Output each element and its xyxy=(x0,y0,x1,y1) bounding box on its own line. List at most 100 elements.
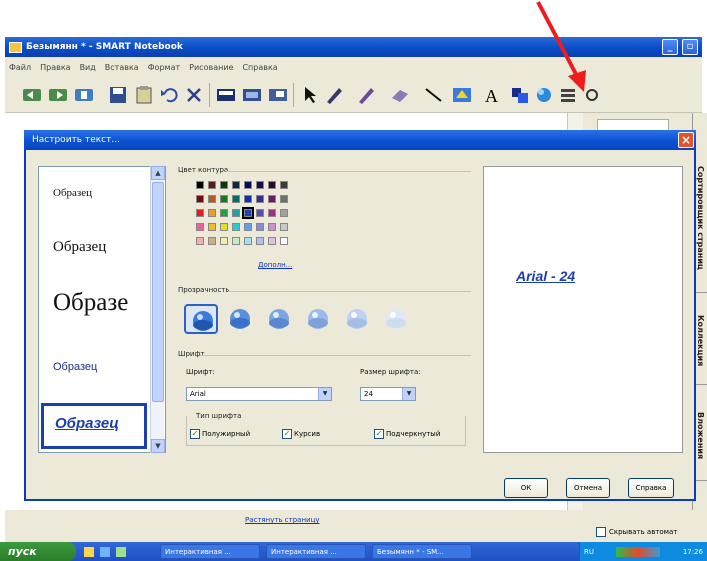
quick-launch-icon[interactable] xyxy=(100,546,110,557)
bold-checkbox[interactable]: ✓ Полужирный xyxy=(190,429,250,439)
color-swatch[interactable] xyxy=(280,181,288,189)
fill-icon[interactable] xyxy=(451,85,473,105)
menu-help[interactable]: Справка xyxy=(242,63,277,72)
color-swatch[interactable] xyxy=(232,223,240,231)
menu-edit[interactable]: Правка xyxy=(40,63,70,72)
samples-scrollbar[interactable]: ▲ ▼ xyxy=(150,166,165,453)
sample-3[interactable]: Образе xyxy=(53,289,128,317)
color-swatch[interactable] xyxy=(232,237,240,245)
back-icon[interactable] xyxy=(21,85,43,105)
color-swatch[interactable] xyxy=(244,195,252,203)
color-swatch[interactable] xyxy=(232,195,240,203)
color-swatch[interactable] xyxy=(232,181,240,189)
menu-draw[interactable]: Рисование xyxy=(189,63,233,72)
color-swatch[interactable] xyxy=(244,181,252,189)
transparency-option-1[interactable] xyxy=(184,304,218,334)
creative-pen-icon[interactable] xyxy=(355,85,377,105)
sample-5[interactable]: Образец xyxy=(55,415,119,432)
chevron-down-icon[interactable]: ▼ xyxy=(318,388,331,400)
text-tool-icon[interactable]: A xyxy=(481,85,503,105)
color-swatch[interactable] xyxy=(208,223,216,231)
color-swatch[interactable] xyxy=(256,223,264,231)
color-swatch[interactable] xyxy=(208,209,216,217)
check-icon[interactable]: ✓ xyxy=(190,429,200,439)
color-swatch[interactable] xyxy=(196,237,204,245)
font-size-select[interactable]: 24 ▼ xyxy=(360,387,416,401)
line-icon[interactable] xyxy=(423,85,445,105)
quick-launch-icon[interactable] xyxy=(116,546,126,557)
scroll-up-button[interactable]: ▲ xyxy=(151,166,165,180)
color-swatch[interactable] xyxy=(268,223,276,231)
color-swatch[interactable] xyxy=(256,195,264,203)
style-samples-list[interactable]: Образец Образец Образе Образец Образец xyxy=(38,166,166,453)
select-arrow-icon[interactable] xyxy=(299,85,321,105)
save-icon[interactable] xyxy=(107,85,129,105)
color-swatch[interactable] xyxy=(196,223,204,231)
color-swatch[interactable] xyxy=(220,237,228,245)
color-swatch[interactable] xyxy=(280,195,288,203)
color-swatch[interactable] xyxy=(280,223,288,231)
menu-insert[interactable]: Вставка xyxy=(105,63,139,72)
color-swatch[interactable] xyxy=(208,195,216,203)
color-swatch[interactable] xyxy=(220,181,228,189)
minimize-button[interactable]: _ xyxy=(662,39,678,55)
transparency-option-2[interactable] xyxy=(223,304,257,334)
screen-shade-icon[interactable] xyxy=(215,85,237,105)
more-colors-link[interactable]: Дополн... xyxy=(258,261,292,269)
color-swatch[interactable] xyxy=(196,181,204,189)
color-swatch[interactable] xyxy=(268,181,276,189)
sample-2[interactable]: Образец xyxy=(53,239,106,256)
color-swatch[interactable] xyxy=(220,195,228,203)
color-swatch[interactable] xyxy=(280,237,288,245)
color-swatch[interactable] xyxy=(256,237,264,245)
help-button[interactable]: Справка xyxy=(628,478,674,498)
color-swatch[interactable] xyxy=(244,223,252,231)
undo-icon[interactable] xyxy=(159,85,181,105)
scroll-thumb[interactable] xyxy=(152,182,164,402)
color-swatch[interactable] xyxy=(280,209,288,217)
quick-launch-icon[interactable] xyxy=(84,546,94,557)
color-swatch[interactable] xyxy=(208,181,216,189)
italic-checkbox[interactable]: ✓ Курсив xyxy=(282,429,320,439)
underline-checkbox[interactable]: ✓ Подчеркнутый xyxy=(374,429,440,439)
shapes-icon[interactable] xyxy=(509,85,531,105)
add-page-icon[interactable] xyxy=(73,85,95,105)
stretch-page-link[interactable]: Растянуть страницу xyxy=(245,516,320,524)
color-swatch[interactable] xyxy=(196,209,204,217)
transparency-option-3[interactable] xyxy=(262,304,296,334)
color-swatch[interactable] xyxy=(256,209,264,217)
color-swatch[interactable] xyxy=(244,237,252,245)
pen-icon[interactable] xyxy=(323,85,345,105)
eraser-icon[interactable] xyxy=(389,85,411,105)
chevron-down-icon[interactable]: ▼ xyxy=(402,388,415,400)
color-swatch[interactable] xyxy=(196,195,204,203)
transparency-option-4[interactable] xyxy=(301,304,335,334)
tray-icons[interactable] xyxy=(616,546,661,557)
sample-1[interactable]: Образец xyxy=(53,187,92,199)
forward-icon[interactable] xyxy=(47,85,69,105)
sample-4[interactable]: Образец xyxy=(53,361,97,373)
transparency-option-6[interactable] xyxy=(379,304,413,334)
color-swatch[interactable] xyxy=(268,195,276,203)
color-swatch[interactable] xyxy=(268,209,276,217)
color-swatch[interactable] xyxy=(208,237,216,245)
color-swatch[interactable] xyxy=(268,237,276,245)
ok-button[interactable]: ОК xyxy=(504,478,548,498)
color-swatch[interactable] xyxy=(256,181,264,189)
check-icon[interactable]: ✓ xyxy=(374,429,384,439)
paste-icon[interactable] xyxy=(133,85,155,105)
auto-hide-checkbox-box[interactable] xyxy=(596,527,606,537)
language-indicator[interactable]: RU xyxy=(584,548,594,556)
dialog-close-button[interactable]: × xyxy=(678,132,694,148)
cancel-button[interactable]: Отмена xyxy=(566,478,610,498)
scroll-down-button[interactable]: ▼ xyxy=(151,439,165,453)
taskbar-item-3[interactable]: Безымянн * - SM... xyxy=(372,544,472,559)
taskbar-item-1[interactable]: Интерактивная ... xyxy=(160,544,260,559)
check-icon[interactable]: ✓ xyxy=(282,429,292,439)
menu-format[interactable]: Формат xyxy=(148,63,180,72)
menu-file[interactable]: Файл xyxy=(9,63,31,72)
auto-hide-checkbox[interactable]: Скрывать автомат xyxy=(596,527,677,537)
taskbar-item-2[interactable]: Интерактивная ... xyxy=(266,544,366,559)
color-swatch[interactable] xyxy=(220,209,228,217)
start-button[interactable]: пуск xyxy=(0,542,76,561)
